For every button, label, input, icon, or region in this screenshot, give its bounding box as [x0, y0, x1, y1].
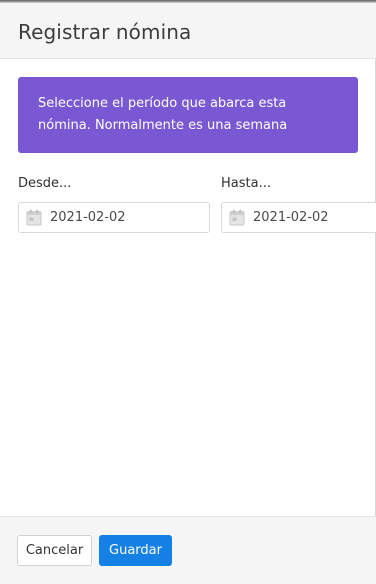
from-date-input[interactable]: 2021-02-02: [18, 202, 210, 233]
info-alert-text: Seleccione el período que abarca esta nó…: [38, 96, 288, 133]
to-date-label: Hasta...: [221, 176, 271, 191]
calendar-icon: [229, 209, 245, 226]
dialog-header: Registrar nómina: [0, 3, 376, 59]
register-payroll-dialog: Registrar nómina Seleccione el período q…: [0, 0, 376, 584]
from-date-label: Desde...: [18, 176, 72, 191]
cancel-button[interactable]: Cancelar: [17, 535, 92, 566]
to-date-input[interactable]: 2021-02-02: [221, 202, 376, 233]
calendar-icon: [26, 209, 42, 226]
save-button[interactable]: Guardar: [99, 535, 172, 566]
to-date-value: 2021-02-02: [253, 210, 329, 225]
dialog-title: Registrar nómina: [18, 20, 192, 44]
dialog-footer: Cancelar Guardar: [0, 516, 376, 584]
from-date-value: 2021-02-02: [50, 210, 126, 225]
info-alert: Seleccione el período que abarca esta nó…: [18, 77, 358, 153]
